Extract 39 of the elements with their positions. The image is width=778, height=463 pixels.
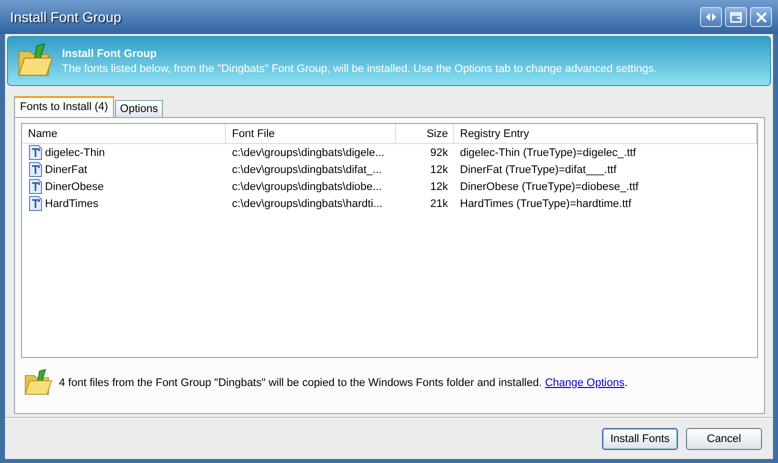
table-cell-text: 21k: [429, 198, 449, 210]
tab[interactable]: Fonts to Install (4): [14, 96, 114, 117]
font-name: HardTimes: [45, 198, 98, 210]
font-file-icon: [29, 162, 42, 177]
column-header[interactable]: Size: [396, 124, 454, 143]
window-icon: [730, 12, 742, 22]
table-cell-text: HardTimes (TrueType)=hardtime.ttf: [459, 198, 632, 210]
restore-button[interactable]: [725, 7, 747, 27]
change-options-link[interactable]: Change Options: [544, 377, 624, 389]
table-cell-text: DinerObese (TrueType)=diobese_.ttf: [459, 180, 640, 192]
tab[interactable]: Options: [115, 100, 163, 117]
info-text: 4 font files from the Font Group "Dingbats" will be copied to the Windows Fonts folder and installed. Change Options.: [59, 377, 628, 389]
table-cell-text: c:\dev\groups\dingbats\hardti...: [231, 198, 384, 210]
table-cell-text: 92k: [429, 146, 449, 158]
font-name: digelec-Thin: [45, 146, 105, 158]
table-cell-text: c:\dev\groups\dingbats\diobe...: [231, 180, 383, 192]
table-cell-text: c:\dev\groups\dingbats\digele...: [231, 146, 386, 158]
table-cell-text: 12k: [429, 164, 449, 176]
header-title: Install Font Group: [62, 48, 158, 60]
font-file-icon: [29, 179, 42, 194]
cancel-button[interactable]: Cancel: [686, 428, 762, 450]
install-button[interactable]: Install Fonts: [602, 428, 678, 450]
table-cell-text: DinerFat (TrueType)=difat___.ttf: [459, 164, 618, 176]
close-icon: [756, 12, 766, 22]
column-header[interactable]: Font File: [226, 124, 396, 143]
font-file-icon: [29, 145, 42, 160]
column-header[interactable]: Name: [22, 124, 226, 143]
font-name: DinerObese: [45, 180, 104, 192]
table-cell-text: c:\dev\groups\dingbats\difat_...: [231, 164, 383, 176]
close-button[interactable]: [750, 7, 772, 27]
font-name: DinerFat: [45, 164, 88, 176]
font-file-icon: [29, 196, 42, 211]
window-title: Install Font Group: [10, 9, 122, 25]
resize-button[interactable]: [700, 7, 722, 27]
table-cell-text: digelec-Thin (TrueType)=digelec_.ttf: [459, 146, 637, 158]
column-header[interactable]: Registry Entry: [454, 124, 757, 143]
arrows-icon: [705, 12, 717, 22]
table-cell-text: 12k: [429, 180, 449, 192]
header-description: The fonts listed below, from the "Dingbats" Font Group, will be installed. Use the Options tab to change advanced settings.: [62, 62, 657, 74]
